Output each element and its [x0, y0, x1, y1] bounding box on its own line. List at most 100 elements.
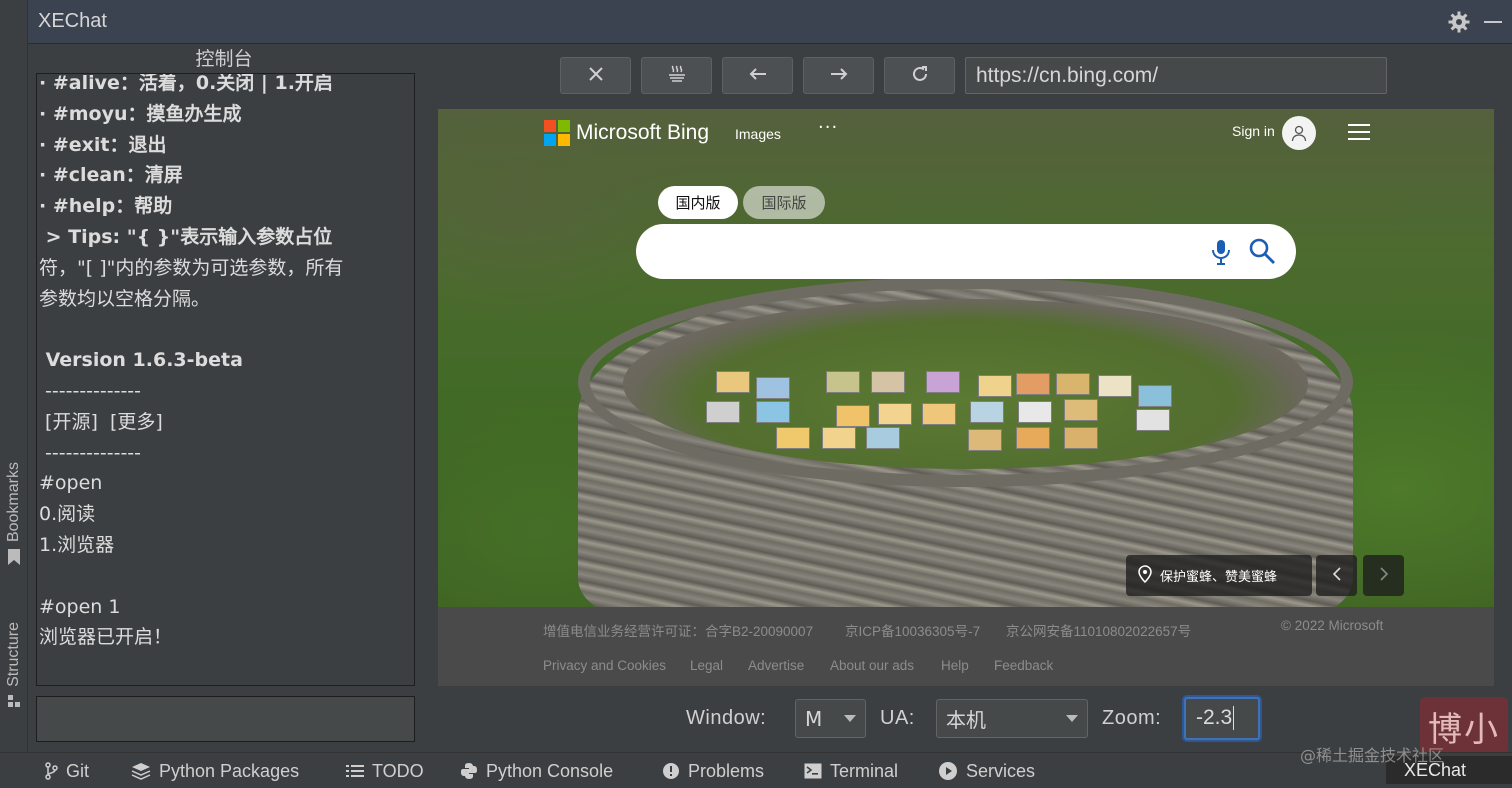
footer-link[interactable]: About our ads [830, 658, 914, 673]
hamburger-menu-icon[interactable] [1348, 124, 1370, 145]
bing-footer: 增值电信业务经营许可证：合字B2-20090007 京ICP备10036305号… [438, 607, 1494, 686]
text-cursor [1233, 706, 1235, 731]
chevron-down-icon [844, 715, 856, 722]
beehive [716, 371, 750, 393]
beehive [968, 429, 1002, 451]
beehive [1016, 373, 1050, 395]
statusbar-services-label: Services [966, 760, 1036, 781]
close-button[interactable] [560, 57, 631, 94]
bing-brand-text: Microsoft Bing [576, 121, 710, 144]
console-lines: · #alive：活着，0.关闭 | 1.开启 · #moyu：摸鱼办生成 · #e… [39, 73, 395, 653]
statusbar-problems[interactable]: Problems [662, 758, 764, 784]
sign-in-link[interactable]: Sign in [1232, 123, 1275, 139]
python-icon [460, 762, 478, 780]
nav-more-menu[interactable]: ··· [818, 117, 838, 138]
console-line: #open 1 [39, 595, 121, 618]
beehive [970, 401, 1004, 423]
beehive [1064, 399, 1098, 421]
footer-license[interactable]: 增值电信业务经营许可证：合字B2-20090007 [543, 620, 813, 640]
app-title: XEChat [38, 10, 107, 32]
previous-image-button[interactable] [1316, 555, 1357, 596]
statusbar-python-packages[interactable]: Python Packages [131, 758, 299, 784]
play-circle-icon [938, 761, 958, 781]
nav-images-link[interactable]: Images [735, 126, 781, 142]
watermark-text: @稀土掘金技术社区 [1300, 746, 1445, 765]
console-output[interactable]: · #alive：活着，0.关闭 | 1.开启 · #moyu：摸鱼办生成 · #e… [36, 73, 415, 686]
statusbar-terminal[interactable]: Terminal [804, 758, 898, 784]
beehive [1018, 401, 1052, 423]
back-button[interactable] [722, 57, 793, 94]
footer-link[interactable]: Feedback [994, 658, 1053, 673]
status-bar: Git Python Packages TODO Python Console … [0, 752, 1512, 788]
footer-link[interactable]: Advertise [748, 658, 804, 673]
console-line: · #exit：退出 [39, 133, 167, 156]
settings-gear-icon[interactable] [1444, 7, 1474, 37]
console-input[interactable] [36, 696, 415, 742]
footer-police[interactable]: 京公网安备11010802022657号 [1006, 620, 1191, 640]
console-line: [开源] [更多] [39, 410, 163, 433]
console-line: > Tips: "{ }"表示输入参数占位 [39, 225, 333, 248]
zoom-label: Zoom: [1102, 707, 1162, 729]
image-caption[interactable]: 保护蜜蜂、赞美蜜蜂 [1126, 555, 1312, 596]
refresh-button[interactable] [884, 57, 955, 94]
structure-icon [7, 693, 21, 712]
next-image-button[interactable] [1363, 555, 1404, 596]
microphone-icon[interactable] [1210, 238, 1232, 270]
beehive [1138, 385, 1172, 407]
forward-button[interactable] [803, 57, 874, 94]
console-line: 浏览器已开启！ [39, 626, 173, 649]
statusbar-terminal-label: Terminal [830, 760, 899, 781]
user-avatar-icon[interactable] [1282, 116, 1316, 150]
bookmarks-tab[interactable]: Bookmarks [2, 462, 26, 570]
boss-key-button[interactable] [641, 57, 712, 94]
statusbar-git[interactable]: Git [44, 758, 89, 784]
user-agent-value: 本机 [946, 708, 986, 732]
beehive [756, 377, 790, 399]
beehive [1064, 427, 1098, 449]
statusbar-python-console[interactable]: Python Console [460, 758, 613, 784]
console-line: Version 1.6.3-beta [39, 349, 243, 372]
footer-icp[interactable]: 京ICP备10036305号-7 [845, 620, 980, 640]
beehive [776, 427, 810, 449]
statusbar-python-console-label: Python Console [486, 760, 614, 781]
search-icon[interactable] [1248, 237, 1276, 269]
statusbar-problems-label: Problems [688, 760, 765, 781]
console-line: 符，"[ ]"内的参数为可选参数，所有 [39, 256, 344, 279]
user-agent-select[interactable]: 本机 [936, 699, 1088, 738]
console-line: #open [39, 472, 103, 495]
console-line: · #clean：清屏 [39, 164, 183, 187]
console-line: · #moyu：摸鱼办生成 [39, 102, 242, 125]
console-title: 控制台 [195, 48, 253, 70]
beehive [1016, 427, 1050, 449]
statusbar-services[interactable]: Services [938, 758, 1035, 784]
beehive [978, 375, 1012, 397]
minimize-icon[interactable] [1478, 7, 1508, 37]
bing-search-box[interactable] [636, 224, 1296, 279]
browser-view[interactable]: Microsoft Bing Images ··· Sign in 国内版 国际… [438, 109, 1494, 686]
tab-international[interactable]: 国际版 [743, 186, 825, 219]
ua-label: UA: [880, 707, 915, 729]
structure-tab[interactable]: Structure [2, 622, 26, 712]
statusbar-git-label: Git [66, 760, 90, 781]
bing-logo[interactable]: Microsoft Bing [544, 120, 709, 146]
layers-icon [131, 762, 151, 780]
tab-domestic[interactable]: 国内版 [658, 186, 738, 219]
console-line: · #alive：活着，0.关闭 | 1.开启 [39, 73, 333, 94]
footer-link[interactable]: Privacy and Cookies [543, 658, 666, 673]
console-line: -------------- [39, 379, 142, 402]
beehive [706, 401, 740, 423]
window-size-value: M [805, 706, 823, 731]
window-size-select[interactable]: M [795, 699, 866, 738]
console-line: -------------- [39, 441, 142, 464]
footer-link[interactable]: Legal [690, 658, 723, 673]
statusbar-python-packages-label: Python Packages [159, 760, 300, 781]
footer-link[interactable]: Help [941, 658, 969, 673]
statusbar-todo-label: TODO [372, 760, 424, 781]
beehive [866, 427, 900, 449]
zoom-value: -2.3 [1196, 706, 1233, 729]
zoom-input[interactable]: -2.3 [1184, 697, 1260, 740]
url-field[interactable]: https://cn.bing.com/ [965, 57, 1387, 94]
statusbar-todo[interactable]: TODO [346, 758, 424, 784]
